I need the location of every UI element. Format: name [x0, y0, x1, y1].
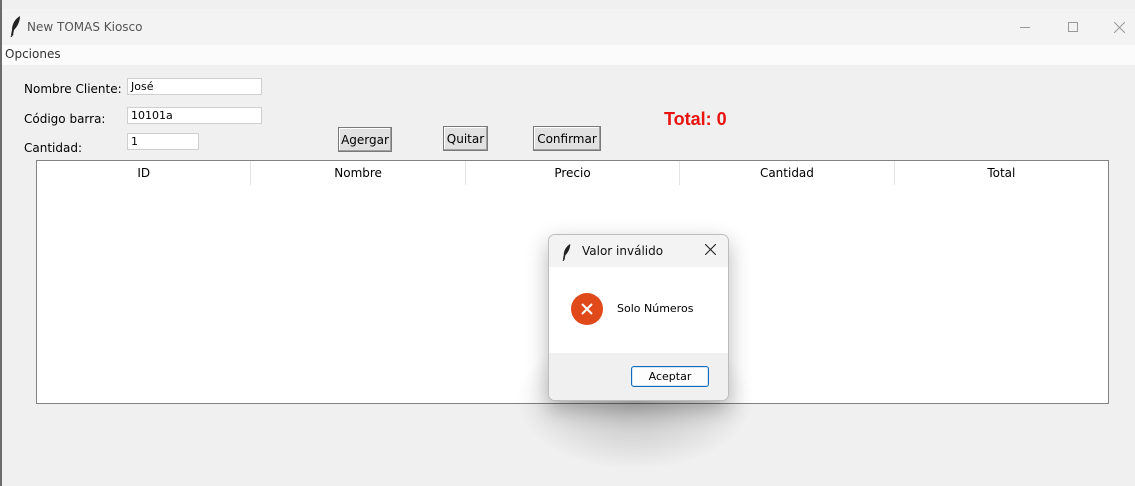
maximize-button[interactable]	[1050, 9, 1096, 45]
column-header-total[interactable]: Total	[895, 161, 1108, 185]
column-header-precio[interactable]: Precio	[466, 161, 681, 185]
table-header: ID Nombre Precio Cantidad Total	[37, 161, 1108, 185]
quitar-button[interactable]: Quitar	[443, 126, 488, 151]
close-icon	[1113, 21, 1125, 33]
dialog-message: Solo Números	[617, 302, 694, 315]
column-header-cantidad[interactable]: Cantidad	[680, 161, 895, 185]
nombre-cliente-input[interactable]: José	[127, 78, 262, 95]
dialog-title-bar: Valor inválido	[549, 235, 728, 267]
close-icon	[704, 243, 716, 258]
menu-bar: Opciones	[2, 45, 1135, 65]
error-dialog: Valor inválido Solo Números Aceptar	[548, 234, 729, 401]
aceptar-button[interactable]: Aceptar	[631, 366, 709, 387]
dialog-close-button[interactable]	[700, 241, 720, 261]
nombre-cliente-label: Nombre Cliente:	[24, 82, 122, 96]
dialog-footer: Aceptar	[549, 353, 728, 400]
codigo-barra-label: Código barra:	[24, 112, 106, 126]
agregar-button[interactable]: Agergar	[338, 127, 392, 152]
left-edge	[0, 0, 2, 486]
feather-icon	[561, 243, 573, 262]
codigo-barra-input[interactable]: 10101a	[127, 107, 262, 124]
error-icon	[571, 293, 603, 325]
feather-icon	[9, 15, 23, 38]
title-bar: New TOMAS Kiosco	[2, 9, 1135, 45]
menu-opciones[interactable]: Opciones	[5, 47, 61, 61]
column-header-id[interactable]: ID	[37, 161, 252, 185]
column-header-nombre[interactable]: Nombre	[251, 161, 466, 185]
window-title: New TOMAS Kiosco	[27, 20, 143, 34]
cantidad-label: Cantidad:	[24, 141, 83, 155]
confirmar-button[interactable]: Confirmar	[533, 126, 601, 151]
minimize-icon	[1020, 22, 1030, 32]
total-label: Total: 0	[664, 109, 727, 129]
cantidad-input[interactable]: 1	[127, 133, 199, 150]
close-button[interactable]	[1096, 9, 1135, 45]
maximize-icon	[1068, 22, 1078, 32]
minimize-button[interactable]	[1002, 9, 1048, 45]
dialog-title: Valor inválido	[582, 244, 664, 258]
dialog-body: Solo Números	[549, 267, 728, 353]
